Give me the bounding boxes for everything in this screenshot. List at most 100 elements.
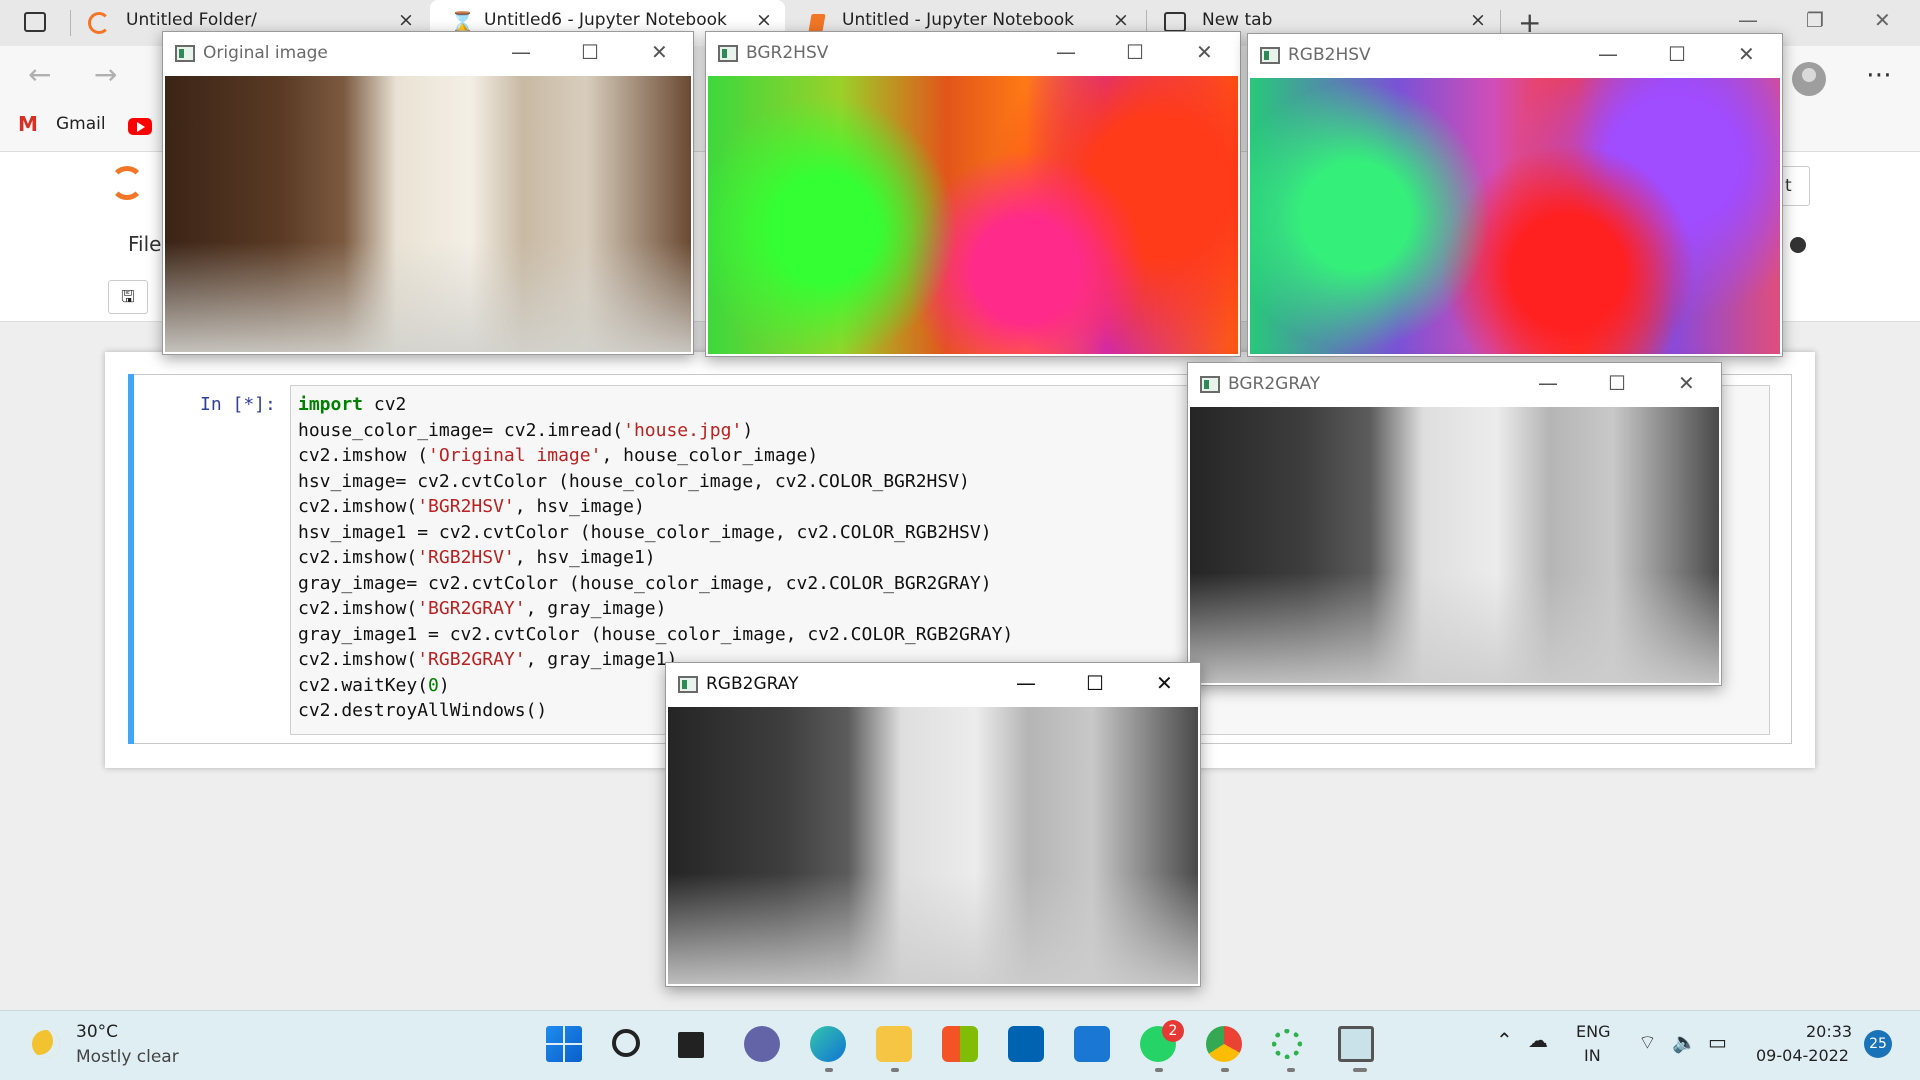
close-icon[interactable]: ✕: [1678, 371, 1695, 395]
tab-label: New tab: [1202, 10, 1273, 30]
language-indicator[interactable]: ENG: [1576, 1022, 1610, 1041]
window-bgr2hsv[interactable]: BGR2HSV — ☐ ✕: [705, 31, 1241, 357]
clock-time[interactable]: 20:33: [1806, 1022, 1852, 1041]
weather-temperature[interactable]: 30°C: [76, 1022, 118, 1042]
show-hidden-icons-chevron-icon[interactable]: ⌃: [1496, 1028, 1513, 1052]
more-options-icon[interactable]: ⋯: [1866, 60, 1892, 90]
menu-file[interactable]: File: [128, 232, 161, 256]
window-titlebar[interactable]: RGB2GRAY — ☐ ✕: [666, 663, 1200, 707]
window-app-icon: [718, 45, 738, 62]
trusted-label: t: [1785, 176, 1792, 196]
close-icon[interactable]: ✕: [651, 40, 668, 64]
clock-date[interactable]: 09-04-2022: [1756, 1046, 1849, 1065]
bookmark-gmail[interactable]: Gmail: [56, 114, 106, 134]
moon-weather-icon[interactable]: [32, 1030, 60, 1058]
save-button[interactable]: 🖫: [108, 280, 148, 314]
jupyter-logo-icon[interactable]: [110, 166, 144, 200]
running-indicator: [1287, 1068, 1295, 1072]
window-rgb2hsv[interactable]: RGB2HSV — ☐ ✕: [1247, 33, 1783, 357]
minimize-icon[interactable]: —: [1538, 371, 1558, 395]
speaker-muted-icon[interactable]: 🔈: [1672, 1030, 1697, 1054]
file-explorer-icon[interactable]: [876, 1026, 912, 1062]
maximize-icon[interactable]: ☐: [1086, 671, 1104, 695]
close-icon[interactable]: ✕: [1156, 671, 1173, 695]
opencv-window-icon[interactable]: [1338, 1026, 1374, 1062]
tab-close-icon[interactable]: ×: [398, 9, 414, 31]
tab-label: Untitled6 - Jupyter Notebook: [484, 10, 727, 30]
code-line: gray_image1 = cv2.cvtColor (house_color_…: [298, 624, 1014, 645]
window-app-icon: [678, 676, 698, 693]
running-indicator: [891, 1068, 899, 1072]
code-line: house_color_image= cv2.imread('house.jpg…: [298, 420, 754, 441]
notebook-tab-icon: [808, 14, 826, 32]
wifi-icon[interactable]: ⌔: [1638, 1030, 1657, 1055]
tab-separator: [70, 10, 71, 36]
browser-restore-icon[interactable]: ❐: [1806, 8, 1824, 32]
window-app-icon: [1260, 47, 1280, 64]
loading-app-icon[interactable]: [1272, 1029, 1302, 1059]
whatsapp-notification-badge: 2: [1162, 1020, 1184, 1042]
youtube-icon[interactable]: [128, 118, 152, 135]
window-original-image[interactable]: Original image — ☐ ✕: [162, 31, 694, 355]
tab-label: Untitled Folder/: [126, 10, 257, 30]
minimize-icon[interactable]: —: [1598, 42, 1618, 66]
window-app-icon: [1200, 376, 1220, 393]
cell-selection-bar: [128, 374, 134, 744]
maximize-icon[interactable]: ☐: [1668, 42, 1686, 66]
cell-prompt: In [*]:: [200, 394, 276, 415]
weather-condition[interactable]: Mostly clear: [76, 1047, 179, 1067]
notification-center-badge[interactable]: 25: [1864, 1030, 1892, 1058]
code-line: hsv_image1 = cv2.cvtColor (house_color_i…: [298, 522, 992, 543]
window-titlebar[interactable]: Original image — ☐ ✕: [163, 32, 693, 76]
window-titlebar[interactable]: BGR2HSV — ☐ ✕: [706, 32, 1240, 76]
running-indicator: [825, 1068, 833, 1072]
microsoft-store-icon[interactable]: [942, 1026, 978, 1062]
profile-avatar-icon[interactable]: [1792, 62, 1826, 96]
window-titlebar[interactable]: RGB2HSV — ☐ ✕: [1248, 34, 1782, 78]
windows-start-icon[interactable]: [546, 1026, 582, 1062]
browser-minimize-icon[interactable]: —: [1738, 8, 1758, 32]
tab-close-icon[interactable]: ×: [1113, 9, 1129, 31]
kernel-busy-indicator-icon: [1790, 237, 1806, 253]
code-line: cv2.imshow('RGB2GRAY', gray_image1): [298, 649, 678, 670]
minimize-icon[interactable]: —: [1056, 40, 1076, 64]
tab-close-icon[interactable]: ×: [756, 9, 772, 31]
forward-arrow-icon[interactable]: →: [94, 58, 117, 91]
code-line: cv2.imshow('RGB2HSV', hsv_image1): [298, 547, 656, 568]
window-title: BGR2HSV: [746, 43, 829, 63]
running-indicator: [1221, 1068, 1229, 1072]
close-icon[interactable]: ✕: [1196, 40, 1213, 64]
window-bgr2gray[interactable]: BGR2GRAY — ☐ ✕: [1187, 362, 1722, 686]
teams-chat-icon[interactable]: [744, 1026, 780, 1062]
battery-icon[interactable]: ▭: [1708, 1030, 1727, 1054]
minimize-icon[interactable]: —: [1016, 671, 1036, 695]
onedrive-error-icon[interactable]: ☁: [1528, 1028, 1548, 1052]
bgr2gray-image-picture: [1190, 407, 1719, 683]
running-indicator: [1155, 1068, 1163, 1072]
tab-close-icon[interactable]: ×: [1470, 9, 1486, 31]
code-line: cv2.imshow('BGR2GRAY', gray_image): [298, 598, 667, 619]
window-app-icon: [175, 45, 195, 62]
window-titlebar[interactable]: BGR2GRAY — ☐ ✕: [1188, 363, 1721, 407]
maximize-icon[interactable]: ☐: [1608, 371, 1626, 395]
window-title: Original image: [203, 43, 328, 63]
window-rgb2gray[interactable]: RGB2GRAY — ☐ ✕: [665, 662, 1201, 987]
maximize-icon[interactable]: ☐: [581, 40, 599, 64]
close-icon[interactable]: ✕: [1738, 42, 1755, 66]
edge-icon[interactable]: [810, 1026, 846, 1062]
back-arrow-icon[interactable]: ←: [28, 58, 51, 91]
jupyter-tab-icon: [88, 12, 110, 34]
code-line: cv2.destroyAllWindows(): [298, 700, 548, 721]
region-indicator[interactable]: IN: [1584, 1046, 1601, 1065]
gmail-icon[interactable]: M: [18, 112, 38, 136]
chrome-icon[interactable]: [1206, 1026, 1242, 1062]
mail-icon[interactable]: [1074, 1026, 1110, 1062]
task-view-icon[interactable]: [678, 1032, 704, 1058]
search-icon[interactable]: [612, 1029, 640, 1057]
minimize-icon[interactable]: —: [511, 40, 531, 64]
maximize-icon[interactable]: ☐: [1126, 40, 1144, 64]
new-tab-page-icon: [1164, 12, 1186, 32]
dell-icon[interactable]: [1008, 1026, 1044, 1062]
browser-close-icon[interactable]: ✕: [1874, 8, 1891, 32]
tab-actions-icon[interactable]: [24, 12, 46, 32]
